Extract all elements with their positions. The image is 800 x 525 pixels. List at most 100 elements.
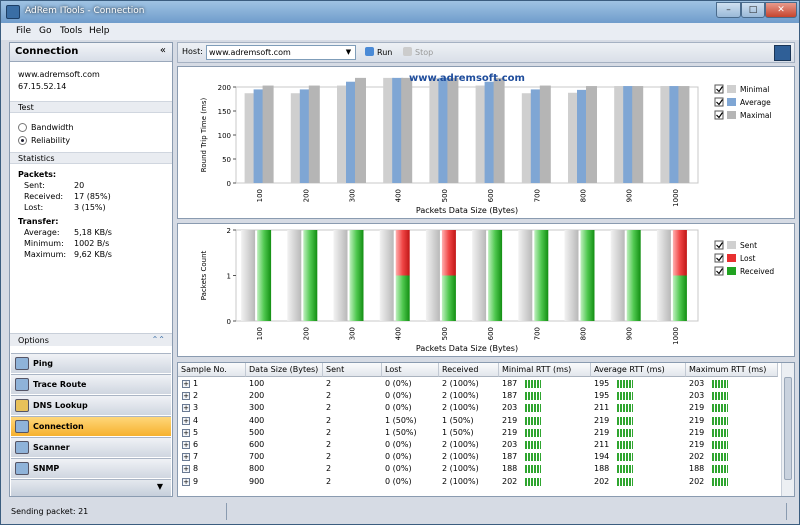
cell-sent: 2	[326, 415, 332, 425]
column-header-sample-no-[interactable]: Sample No.	[178, 363, 246, 377]
minimize-button[interactable]: –	[716, 2, 741, 18]
legend-swatch	[727, 241, 736, 249]
double-chevron-up-icon[interactable]: ⌃⌃	[152, 335, 165, 344]
host-ip: 67.15.52.14	[18, 82, 67, 91]
cell-average-rtt-ms-: 195	[594, 391, 610, 401]
chevron-down-icon[interactable]: ▼	[157, 482, 163, 491]
test-section-header: Test	[10, 101, 172, 113]
column-header-lost[interactable]: Lost	[382, 363, 439, 377]
nav-connection[interactable]: Connection	[11, 416, 171, 436]
collapse-panel-icon[interactable]: «	[160, 45, 166, 56]
nav-scanner[interactable]: Scanner	[11, 437, 171, 457]
table-row[interactable]: +8 800 2 0 (0%) 2 (100%) 188 188 188	[178, 463, 778, 475]
options-bar[interactable]: Options ⌃⌃	[10, 333, 172, 346]
table-row[interactable]: +5 500 2 1 (50%) 1 (50%) 219 219 219	[178, 427, 778, 439]
menu-file[interactable]: File	[16, 26, 31, 36]
reliability-label[interactable]: Reliability	[31, 136, 70, 145]
bar-sent-600	[472, 230, 487, 321]
status-text: Sending packet: 21	[11, 507, 89, 516]
column-header-data-size-bytes-[interactable]: Data Size (Bytes)	[246, 363, 323, 377]
cell-average-rtt-ms-: 219	[594, 427, 610, 437]
menu-tools[interactable]: Tools	[60, 26, 82, 36]
expand-row-icon[interactable]: +	[182, 465, 190, 474]
column-header-average-rtt-ms-[interactable]: Average RTT (ms)	[591, 363, 686, 377]
nav-overflow-bar[interactable]: ▼	[11, 479, 171, 496]
host-input[interactable]	[206, 45, 356, 60]
column-header-sent[interactable]: Sent	[323, 363, 382, 377]
expand-row-icon[interactable]: +	[182, 380, 190, 388]
packets-heading: Packets:	[18, 170, 57, 179]
expand-row-icon[interactable]: +	[182, 392, 190, 401]
cell-lost: 1 (50%)	[385, 415, 417, 425]
rtt-meter	[617, 465, 633, 474]
close-button[interactable]: ✕	[765, 2, 797, 18]
run-button[interactable]: Run	[365, 47, 392, 57]
scrollbar-thumb[interactable]	[784, 377, 792, 480]
table-row[interactable]: +2 200 2 0 (0%) 2 (100%) 187 195 203	[178, 390, 778, 402]
expand-row-icon[interactable]: +	[182, 428, 190, 437]
nav-ping[interactable]: Ping	[11, 353, 171, 373]
expand-row-icon[interactable]: +	[182, 453, 190, 462]
x-tick-label: 500	[441, 189, 449, 202]
expand-row-icon[interactable]: +	[182, 441, 190, 449]
rtt-meter	[617, 477, 633, 486]
x-tick-label: 700	[533, 189, 541, 202]
table-row[interactable]: +7 700 2 0 (0%) 2 (100%) 187 194 202	[178, 451, 778, 463]
cell-sample-no-: 6	[193, 440, 199, 449]
bar-sent-100	[241, 230, 256, 321]
expand-row-icon[interactable]: +	[182, 404, 190, 413]
average-label: Average:	[24, 228, 60, 237]
cell-data-size-bytes-: 600	[249, 440, 265, 449]
rtt-meter	[525, 441, 541, 449]
column-header-received[interactable]: Received	[439, 363, 499, 377]
menu-go[interactable]: Go	[39, 26, 51, 36]
host-dropdown-icon[interactable]: ▼	[342, 46, 355, 59]
lost-value: 3 (15%)	[74, 203, 106, 212]
cell-average-rtt-ms-: 195	[594, 379, 610, 388]
table-row[interactable]: +1 100 2 0 (0%) 2 (100%) 187 195 203	[178, 378, 778, 390]
cell-average-rtt-ms-: 211	[594, 403, 610, 413]
cell-received: 2 (100%)	[442, 379, 479, 388]
x-tick-label: 900	[626, 327, 634, 340]
chart-title: www.adremsoft.com	[409, 73, 525, 84]
cell-lost: 0 (0%)	[385, 403, 412, 413]
nav-snmp[interactable]: SNMP	[11, 458, 171, 478]
cell-data-size-bytes-: 500	[249, 427, 265, 437]
cell-lost: 0 (0%)	[385, 391, 412, 401]
nav-trace-route[interactable]: Trace Route	[11, 374, 171, 394]
table-row[interactable]: +4 400 2 1 (50%) 1 (50%) 219 219 219	[178, 415, 778, 427]
x-tick-label: 600	[487, 327, 495, 340]
expand-row-icon[interactable]: +	[182, 477, 190, 486]
cell-lost: 1 (50%)	[385, 427, 417, 437]
stop-button[interactable]: Stop	[403, 47, 433, 57]
reliability-radio[interactable]	[18, 136, 27, 145]
column-header-maximum-rtt-ms-[interactable]: Maximum RTT (ms)	[686, 363, 778, 377]
table-row[interactable]: +3 300 2 0 (0%) 2 (100%) 203 211 219	[178, 402, 778, 414]
bar-maximal-100	[262, 85, 274, 183]
legend-label: Received	[740, 267, 774, 276]
maximize-button[interactable]: □	[741, 2, 765, 18]
packets-chart-panel: 0 1 2 100 200 300 400 500 600 700 800 900 1000 Packet…	[177, 223, 795, 357]
bar-received-600	[488, 230, 503, 321]
bandwidth-radio[interactable]	[18, 123, 27, 132]
bar-lost-500	[441, 230, 456, 276]
x-tick-label: 200	[302, 189, 310, 202]
bandwidth-label[interactable]: Bandwidth	[31, 123, 74, 132]
cell-sent: 2	[326, 440, 332, 449]
cell-minimal-rtt-ms-: 203	[502, 403, 518, 413]
stop-icon	[403, 47, 412, 56]
window-title: AdRem ITools - Connection	[25, 6, 145, 16]
vertical-scrollbar[interactable]	[781, 363, 794, 496]
app-window: AdRem ITools - Connection – □ ✕ File Go …	[0, 0, 800, 525]
column-header-minimal-rtt-ms-[interactable]: Minimal RTT (ms)	[499, 363, 591, 377]
nav-trace-route-label: Trace Route	[33, 380, 87, 389]
statistics-label: Statistics	[18, 154, 55, 163]
table-row[interactable]: +6 600 2 0 (0%) 2 (100%) 203 211 219	[178, 439, 778, 451]
legend-swatch	[727, 267, 736, 275]
menu-help[interactable]: Help	[89, 26, 110, 36]
table-row[interactable]: +9 900 2 0 (0%) 2 (100%) 202 202 202	[178, 476, 778, 488]
nav-dns-lookup[interactable]: DNS Lookup	[11, 395, 171, 415]
expand-row-icon[interactable]: +	[182, 416, 190, 425]
trace-route-icon	[15, 378, 29, 391]
bar-sent-700	[518, 230, 533, 321]
